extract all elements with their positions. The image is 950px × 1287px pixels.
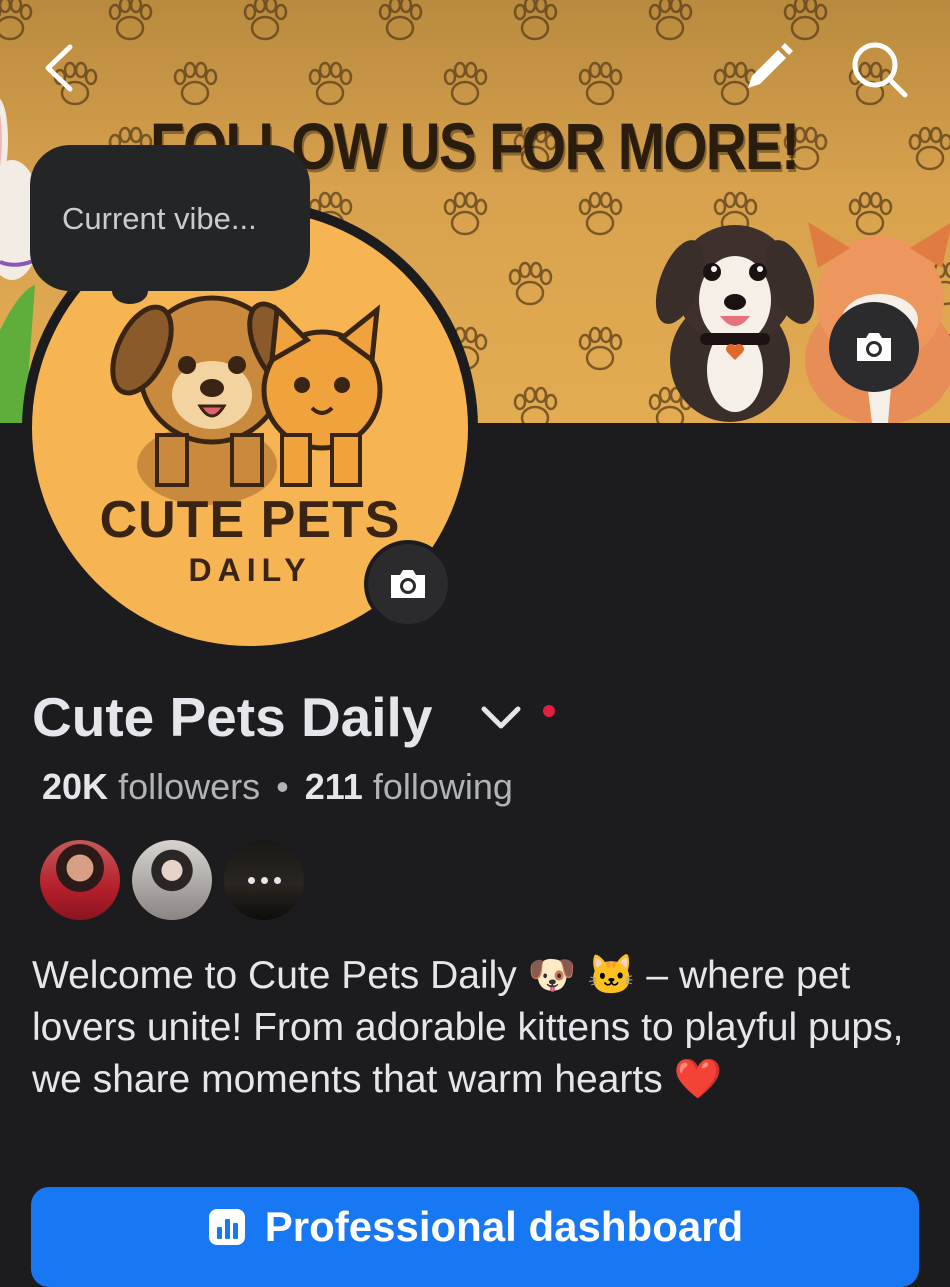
follower-avatar[interactable] bbox=[132, 840, 212, 920]
edit-button[interactable] bbox=[738, 38, 798, 98]
camera-icon bbox=[857, 333, 891, 361]
profile-name: Cute Pets Daily bbox=[32, 686, 433, 748]
search-icon bbox=[852, 42, 908, 98]
notification-dot bbox=[543, 705, 555, 717]
edit-profile-picture-button[interactable] bbox=[364, 540, 452, 628]
followers-count: 20K bbox=[42, 766, 109, 807]
follower-avatar[interactable] bbox=[40, 840, 120, 920]
more-followers-avatar[interactable] bbox=[224, 840, 304, 920]
more-dots-icon bbox=[247, 876, 281, 884]
stats-separator: • bbox=[276, 766, 289, 807]
follower-avatars[interactable] bbox=[40, 840, 304, 920]
camera-icon bbox=[391, 570, 425, 598]
bubble-tail bbox=[112, 278, 148, 304]
professional-dashboard-label: Professional dashboard bbox=[264, 1203, 744, 1250]
status-note-bubble[interactable]: Current vibe... bbox=[30, 145, 310, 291]
chevron-down-icon bbox=[481, 706, 521, 729]
professional-dashboard-button[interactable]: Professional dashboard bbox=[31, 1187, 919, 1287]
pencil-icon bbox=[748, 43, 793, 88]
edit-cover-photo-button[interactable] bbox=[829, 302, 919, 392]
followers-label: followers bbox=[118, 766, 261, 807]
following-count: 211 bbox=[304, 766, 363, 807]
switch-profile-button[interactable] bbox=[478, 695, 524, 741]
follow-stats: 20K followers • 211 following bbox=[42, 766, 513, 808]
profile-bio: Welcome to Cute Pets Daily 🐶 🐱 – where p… bbox=[32, 954, 904, 1101]
bar-chart-icon bbox=[208, 1209, 245, 1245]
following-label: following bbox=[372, 766, 513, 807]
search-button[interactable] bbox=[846, 36, 912, 102]
following-link[interactable]: 211 following bbox=[305, 766, 513, 807]
back-button[interactable] bbox=[30, 38, 90, 98]
status-note-placeholder: Current vibe... bbox=[62, 201, 257, 236]
followers-link[interactable]: 20K followers bbox=[42, 766, 260, 807]
chevron-left-icon bbox=[45, 44, 73, 92]
